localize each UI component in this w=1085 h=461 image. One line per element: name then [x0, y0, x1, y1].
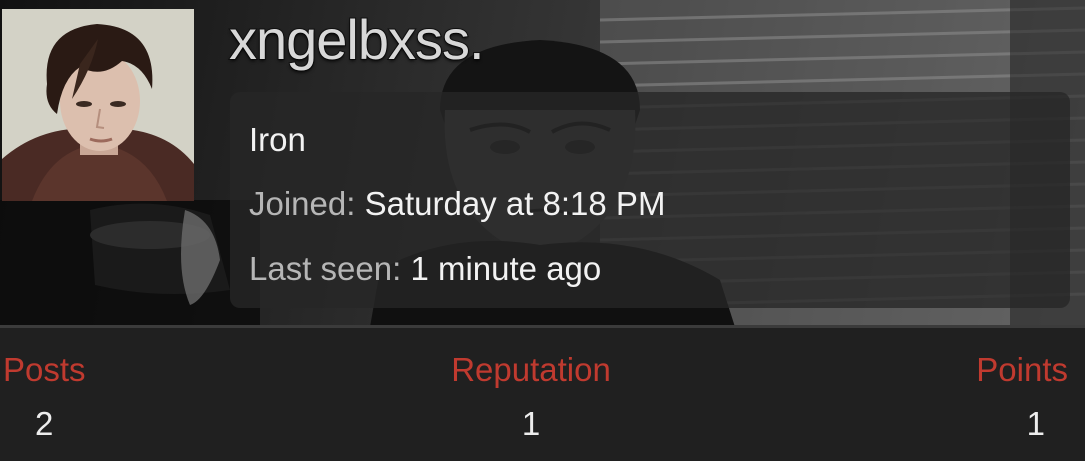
- stat-posts-label: Posts: [3, 351, 86, 388]
- stat-reputation-label: Reputation: [451, 351, 611, 388]
- stat-points[interactable]: Points 1: [976, 350, 1068, 444]
- profile-header: xngelbxss. Iron Joined: Saturday at 8:18…: [0, 0, 1085, 461]
- stat-posts[interactable]: Posts 2: [3, 350, 86, 444]
- last-seen-time[interactable]: 1 minute ago: [410, 250, 601, 287]
- username: xngelbxss.: [228, 7, 486, 72]
- last-seen-label: Last seen:: [249, 250, 402, 287]
- joined-label: Joined:: [249, 185, 356, 222]
- stat-points-value: 1: [1026, 405, 1045, 442]
- user-title: Iron: [249, 121, 306, 158]
- stat-reputation-value: 1: [521, 405, 541, 442]
- stat-points-label: Points: [976, 351, 1068, 388]
- joined-date[interactable]: Saturday at 8:18 PM: [365, 185, 666, 222]
- avatar-image: [2, 9, 194, 201]
- profile-info-card: Iron Joined: Saturday at 8:18 PM Last se…: [230, 92, 1070, 308]
- avatar[interactable]: [2, 9, 194, 201]
- joined-row: Joined: Saturday at 8:18 PM: [249, 184, 665, 224]
- profile-stats: Posts 2 Reputation 1 Points 1: [0, 328, 1085, 461]
- stat-reputation[interactable]: Reputation 1: [444, 350, 618, 444]
- last-seen-row: Last seen: 1 minute ago: [249, 249, 601, 289]
- stat-posts-value: 2: [35, 405, 54, 442]
